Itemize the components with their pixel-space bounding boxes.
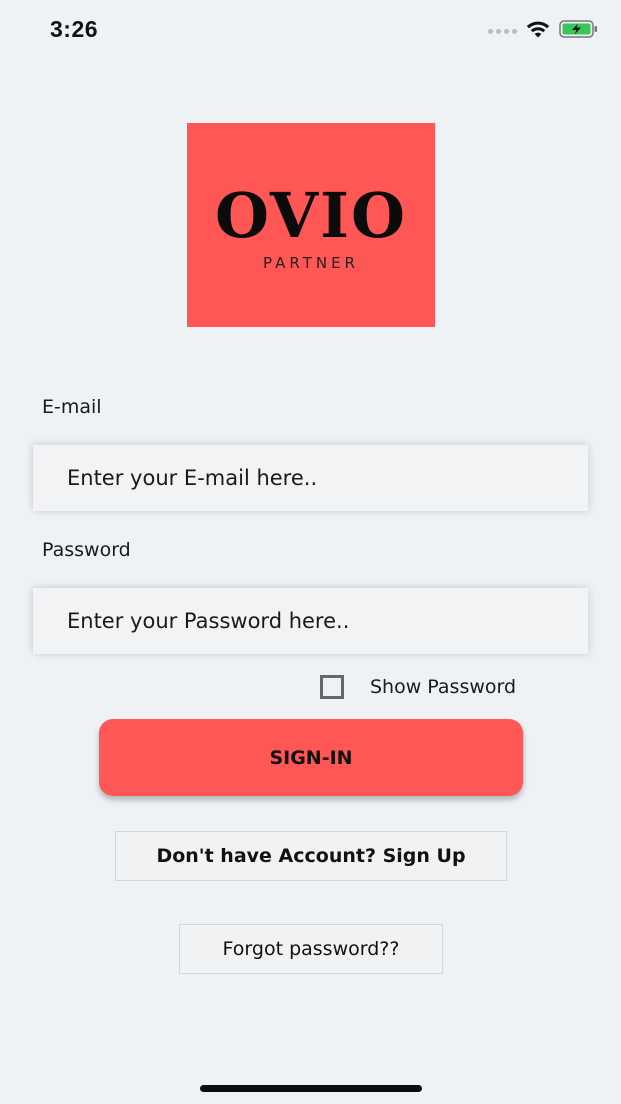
status-icons [488, 20, 599, 42]
password-field[interactable] [33, 588, 588, 654]
home-indicator[interactable] [200, 1085, 422, 1092]
status-time: 3:26 [50, 16, 99, 42]
show-password-checkbox[interactable] [320, 675, 344, 699]
sign-up-button[interactable]: Don't have Account? Sign Up [115, 831, 507, 881]
email-field[interactable] [33, 445, 588, 511]
forgot-password-button[interactable]: Forgot password?? [179, 924, 443, 974]
show-password-toggle[interactable]: Show Password [320, 673, 516, 701]
ovio-partner-logo: OVIO PARTNER [187, 123, 435, 327]
email-label: E-mail [42, 396, 102, 418]
wifi-icon [525, 19, 551, 43]
password-label: Password [42, 539, 131, 561]
show-password-label: Show Password [370, 676, 517, 698]
sign-in-button[interactable]: SIGN-IN [99, 719, 523, 796]
email-field-container [33, 445, 588, 511]
logo-title: OVIO [214, 179, 408, 252]
login-screen: 3:26 OVIO PARTNER E-mail Enter your E-ma… [0, 0, 621, 1104]
battery-charging-icon [559, 19, 599, 43]
password-field-container [33, 588, 588, 654]
logo-subtitle: PARTNER [263, 254, 359, 272]
cellular-dots-icon [488, 28, 517, 34]
